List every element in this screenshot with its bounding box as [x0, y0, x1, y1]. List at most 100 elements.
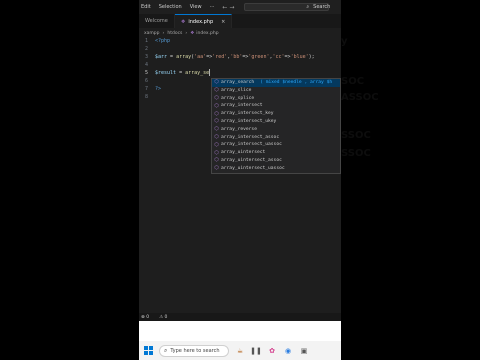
- tab-label: Welcome: [145, 18, 168, 24]
- code-line[interactable]: 3 $arr = array('aa'=>'red','bb'=>'green',…: [139, 53, 341, 61]
- function-icon: ⬡: [214, 87, 219, 94]
- code-line[interactable]: 2: [139, 45, 341, 53]
- code-text: ?>: [155, 85, 161, 93]
- back-forward-icon[interactable]: ← →: [222, 4, 234, 11]
- menu-view[interactable]: View: [190, 4, 202, 10]
- line-number: 8: [144, 94, 148, 100]
- code-text: $result = array_se: [155, 69, 211, 77]
- function-icon: ⬡: [214, 118, 219, 125]
- code-token: 'bb': [230, 54, 243, 60]
- tab-welcome[interactable]: Welcome: [139, 14, 175, 28]
- suggestion-item[interactable]: ⬡ array_intersect_assoc: [212, 134, 340, 142]
- app-icon[interactable]: ◉: [283, 346, 293, 356]
- search-label: Search: [313, 4, 331, 10]
- suggestion-item[interactable]: ⬡ array_uintersect_assoc: [212, 157, 340, 165]
- code-line[interactable]: 4: [139, 61, 341, 69]
- suggestion-item[interactable]: ⬡ array_intersect_key: [212, 110, 340, 118]
- background-text: SSOC: [341, 130, 371, 141]
- code-token: array: [176, 54, 192, 60]
- code-token: 'cc': [272, 54, 285, 60]
- suggestion-item[interactable]: ⬡ array_search ( mixed $needle , array $h: [212, 79, 340, 87]
- code-token: ?>: [155, 86, 162, 92]
- code-line[interactable]: 5 $result = array_se: [139, 69, 341, 77]
- suggestion-item[interactable]: ⬡ array_slice: [212, 87, 340, 95]
- code-token: <?php: [155, 38, 171, 44]
- suggestion-item[interactable]: ⬡ array_splice: [212, 95, 340, 103]
- function-icon: ⬡: [214, 102, 219, 109]
- menu-bar: Edit Selection View ··· ← → ⌕ Search: [139, 0, 341, 14]
- background-text: y: [341, 36, 348, 47]
- breadcrumb-item[interactable]: htdocs: [167, 31, 182, 36]
- suggestion-item[interactable]: ⬡ array_intersect_uassoc: [212, 141, 340, 149]
- line-number: 5: [144, 70, 148, 76]
- function-icon: ⬡: [214, 110, 219, 117]
- windows-taskbar: ⌕ Type here to search ☕ ❚❚ ✿ ◉ ▣: [139, 341, 341, 360]
- code-token: 'aa': [194, 54, 207, 60]
- suggestion-label: array_slice: [221, 87, 252, 93]
- suggestion-item[interactable]: ⬡ array_intersect_ukey: [212, 118, 340, 126]
- suggestion-label: array_intersect: [221, 103, 263, 109]
- code-token: 'red': [212, 54, 228, 60]
- suggestion-item[interactable]: ⬡ array_intersect: [212, 102, 340, 110]
- menu-selection[interactable]: Selection: [159, 4, 182, 10]
- function-icon: ⬡: [214, 165, 219, 172]
- copilot-icon[interactable]: ✿: [267, 346, 277, 356]
- code-line[interactable]: 1 <?php: [139, 37, 341, 45]
- taskbar-search-placeholder: Type here to search: [170, 347, 220, 354]
- status-bar: ⊗ 0 ⚠ 0: [139, 313, 341, 321]
- suggestion-label: array_intersect_uassoc: [221, 142, 282, 148]
- line-number: 2: [144, 46, 148, 52]
- command-center-search[interactable]: ⌕ Search: [244, 3, 331, 11]
- task-view-icon[interactable]: ❚❚: [250, 346, 262, 356]
- suggestion-label: array_reverse: [221, 126, 257, 132]
- code-token: =: [176, 70, 186, 76]
- menu-edit[interactable]: Edit: [141, 4, 151, 10]
- suggestion-item[interactable]: ⬡ array_uintersect_uassoc: [212, 165, 340, 173]
- php-file-icon: ❖: [190, 30, 195, 36]
- tab-index-php[interactable]: ❖ index.php ×: [174, 14, 233, 28]
- search-icon: ⌕: [164, 346, 168, 354]
- chevron-right-icon: ›: [185, 30, 188, 36]
- line-number: 3: [144, 54, 148, 60]
- line-number: 1: [144, 38, 148, 44]
- errors-indicator[interactable]: ⊗ 0: [141, 315, 154, 320]
- warnings-indicator[interactable]: ⚠ 0: [159, 315, 172, 320]
- search-icon: ⌕: [306, 4, 310, 10]
- line-number: 4: [144, 62, 148, 68]
- code-token: $result: [155, 70, 177, 76]
- suggestion-label: array_intersect_ukey: [221, 118, 277, 124]
- tab-bar: Welcome ❖ index.php ×: [139, 14, 341, 28]
- suggestion-item[interactable]: ⬡ array_uintersect: [212, 149, 340, 157]
- function-icon: ⬡: [214, 79, 219, 86]
- suggestion-label: array_uintersect_uassoc: [221, 165, 285, 171]
- suggestion-item[interactable]: ⬡ array_reverse: [212, 126, 340, 134]
- taskbar-search[interactable]: ⌕ Type here to search: [159, 344, 229, 357]
- close-icon[interactable]: ×: [221, 19, 225, 25]
- chevron-right-icon: ›: [162, 30, 165, 36]
- code-token: 'green': [248, 54, 270, 60]
- breadcrumb-item[interactable]: xampp: [144, 31, 160, 36]
- code-token: 'blue': [290, 54, 309, 60]
- text-cursor: [209, 69, 211, 76]
- code-token: =: [167, 54, 177, 60]
- code-token: $arr: [155, 54, 168, 60]
- breadcrumb-item[interactable]: index.php: [196, 31, 218, 36]
- suggestion-label: array_splice: [221, 95, 255, 101]
- suggestion-label: array_uintersect_assoc: [221, 157, 282, 163]
- windows-start-icon[interactable]: [144, 346, 153, 355]
- suggestion-label: array_intersect_assoc: [221, 134, 280, 140]
- php-file-icon: ❖: [180, 18, 186, 25]
- menu-more[interactable]: ···: [210, 4, 215, 10]
- store-icon[interactable]: ▣: [299, 346, 309, 356]
- function-icon: ⬡: [214, 126, 219, 133]
- background-text: ASSOC: [341, 92, 379, 103]
- suggestion-detail: ( mixed $needle , array $h: [260, 80, 333, 85]
- function-icon: ⬡: [214, 94, 219, 101]
- widget-icon[interactable]: ☕: [235, 346, 245, 356]
- function-icon: ⬡: [214, 149, 219, 156]
- suggestion-label: array_search: [221, 80, 255, 85]
- warnings-count: 0: [164, 314, 168, 320]
- code-token: array_se: [185, 70, 210, 76]
- suggestion-label: array_intersect_key: [221, 111, 274, 117]
- background-text: SSOC: [341, 148, 371, 159]
